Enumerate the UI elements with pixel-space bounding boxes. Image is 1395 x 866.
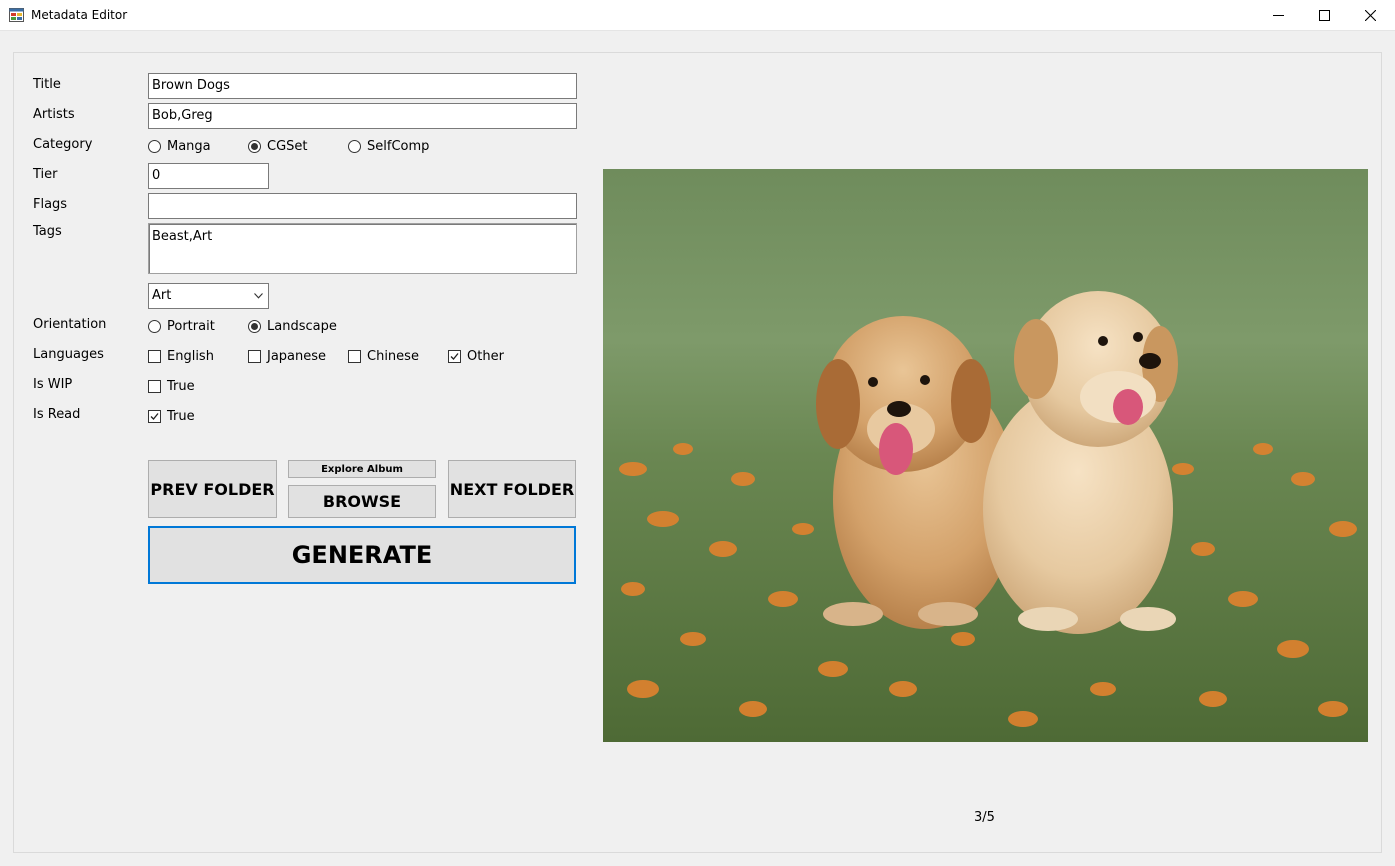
language-label: Other: [467, 348, 504, 364]
checkbox-box[interactable]: [148, 379, 161, 393]
checkbox-box[interactable]: [348, 349, 361, 363]
checkbox-box-checked[interactable]: [148, 409, 161, 423]
category-option-label: Manga: [167, 138, 211, 154]
chevron-down-icon: [254, 293, 263, 299]
flags-input[interactable]: [148, 193, 577, 219]
photo-of-two-puppies-in-flower-field: [603, 169, 1368, 742]
preview-image: [603, 169, 1368, 742]
minimize-icon: [1273, 15, 1284, 16]
tier-input-value: 0: [152, 168, 161, 183]
is-wip-option-label: True: [167, 378, 195, 394]
language-label: English: [167, 348, 214, 364]
tags-textarea[interactable]: Beast,Art: [148, 223, 577, 274]
close-button[interactable]: [1348, 0, 1394, 31]
tag-dropdown[interactable]: Art: [148, 283, 269, 309]
artists-input-value: Bob,Greg: [152, 108, 213, 123]
checkbox-box[interactable]: [248, 349, 261, 363]
tier-label: Tier: [33, 167, 58, 182]
checkmark-icon: [150, 412, 159, 420]
category-option-selfcomp[interactable]: SelfComp: [348, 138, 429, 154]
generate-button[interactable]: GENERATE: [148, 526, 576, 584]
close-icon: [1365, 10, 1376, 21]
is-read-option-label: True: [167, 408, 195, 424]
radio-circle[interactable]: [148, 139, 161, 153]
title-bar: Metadata Editor: [0, 0, 1395, 31]
category-option-label: SelfComp: [367, 138, 430, 154]
maximize-button[interactable]: [1302, 0, 1348, 31]
checkbox-box-checked[interactable]: [448, 349, 461, 363]
language-checkbox-chinese[interactable]: Chinese: [348, 348, 419, 364]
next-folder-button[interactable]: NEXT FOLDER: [448, 460, 576, 518]
title-input-value: Brown Dogs: [152, 78, 230, 93]
tag-dropdown-value: Art: [152, 288, 172, 303]
flags-label: Flags: [33, 197, 68, 212]
minimize-button[interactable]: [1256, 0, 1302, 31]
category-option-label: CGSet: [267, 138, 308, 154]
is-read-checkbox[interactable]: True: [148, 408, 195, 424]
tags-textarea-value: Beast,Art: [152, 229, 213, 244]
title-label: Title: [33, 77, 61, 92]
orientation-option-label: Landscape: [267, 318, 337, 334]
tier-input[interactable]: 0: [148, 163, 269, 189]
checkmark-icon: [450, 352, 459, 360]
orientation-label: Orientation: [33, 317, 107, 332]
prev-folder-button[interactable]: PREV FOLDER: [148, 460, 277, 518]
radio-circle-selected[interactable]: [248, 319, 261, 333]
artists-label: Artists: [33, 107, 75, 122]
app-icon: [9, 8, 24, 22]
tags-label: Tags: [33, 224, 62, 239]
window-title: Metadata Editor: [31, 8, 128, 22]
orientation-option-landscape[interactable]: Landscape: [248, 318, 337, 334]
page-counter: 3/5: [974, 810, 995, 825]
title-input[interactable]: Brown Dogs: [148, 73, 577, 99]
category-label: Category: [33, 137, 93, 152]
explore-album-button[interactable]: Explore Album: [288, 460, 436, 478]
languages-label: Languages: [33, 347, 104, 362]
language-checkbox-japanese[interactable]: Japanese: [248, 348, 326, 364]
language-label: Chinese: [367, 348, 419, 364]
orientation-option-label: Portrait: [167, 318, 215, 334]
artists-input[interactable]: Bob,Greg: [148, 103, 577, 129]
language-checkbox-english[interactable]: English: [148, 348, 214, 364]
language-label: Japanese: [267, 348, 327, 364]
checkbox-box[interactable]: [148, 349, 161, 363]
radio-circle[interactable]: [148, 319, 161, 333]
is-wip-label: Is WIP: [33, 377, 73, 392]
category-option-manga[interactable]: Manga: [148, 138, 211, 154]
is-wip-checkbox[interactable]: True: [148, 378, 195, 394]
browse-button[interactable]: BROWSE: [288, 485, 436, 518]
radio-circle-selected[interactable]: [248, 139, 261, 153]
maximize-icon: [1319, 10, 1330, 21]
is-read-label: Is Read: [33, 407, 81, 422]
radio-circle[interactable]: [348, 139, 361, 153]
orientation-option-portrait[interactable]: Portrait: [148, 318, 215, 334]
language-checkbox-other[interactable]: Other: [448, 348, 504, 364]
category-option-cgset[interactable]: CGSet: [248, 138, 308, 154]
